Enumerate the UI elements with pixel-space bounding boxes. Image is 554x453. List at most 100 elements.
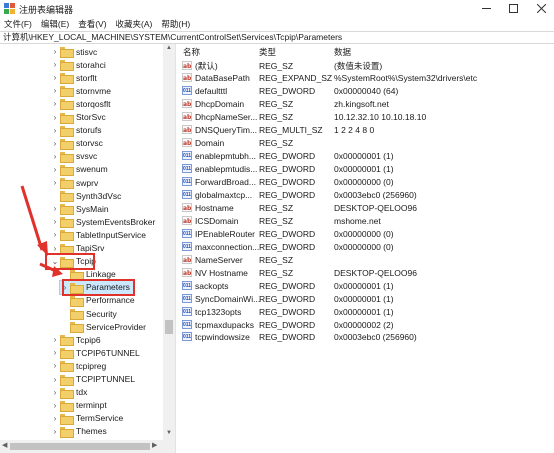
table-row[interactable]: ab NV Hostname REG_SZ DESKTOP-QELOO96: [177, 267, 554, 279]
table-row[interactable]: ab DhcpDomain REG_SZ zh.kingsoft.net: [177, 98, 554, 110]
tree-item[interactable]: › Tcpip6: [50, 333, 101, 347]
tree-vertical-scroll-thumb[interactable]: [165, 320, 173, 334]
chevron-right-icon[interactable]: ›: [50, 73, 60, 82]
chevron-right-icon[interactable]: ›: [50, 113, 60, 122]
menu-favorites[interactable]: 收藏夹(A): [116, 18, 153, 30]
tree-item-label: storflt: [76, 72, 97, 83]
table-row[interactable]: 011 maxconnection... REG_DWORD 0x00000000 (…: [177, 241, 554, 253]
chevron-right-icon[interactable]: ›: [50, 47, 60, 56]
folder-icon: [60, 217, 74, 229]
tree-item[interactable]: Performance: [60, 294, 135, 307]
tree-item[interactable]: Synth3dVsc: [50, 189, 121, 203]
tree-item-label: storahci: [76, 59, 106, 70]
tree-item[interactable]: › stornvme: [50, 84, 111, 98]
chevron-right-icon[interactable]: ›: [50, 60, 60, 69]
chevron-right-icon[interactable]: ›: [50, 401, 60, 410]
tree-item[interactable]: › svsvc: [50, 150, 97, 163]
chevron-right-icon[interactable]: ›: [50, 375, 60, 384]
chevron-right-icon[interactable]: ›: [50, 348, 60, 357]
value-data: 0x00000000 (0): [334, 177, 394, 188]
tree-horizontal-scroll-thumb[interactable]: [10, 443, 150, 450]
chevron-right-icon[interactable]: ›: [50, 204, 60, 213]
string-value-icon: ab: [182, 99, 192, 109]
menu-edit[interactable]: 编辑(E): [41, 18, 69, 30]
tree-item[interactable]: ServiceProvider: [60, 320, 146, 334]
chevron-right-icon[interactable]: ›: [50, 86, 60, 95]
chevron-right-icon[interactable]: ›: [50, 361, 60, 370]
tree-item[interactable]: › TermService: [50, 412, 123, 425]
tree-item[interactable]: › tcpipreg: [50, 359, 106, 373]
table-row[interactable]: ab ICSDomain REG_SZ mshome.net: [177, 215, 554, 227]
chevron-right-icon[interactable]: ›: [50, 388, 60, 397]
value-name: maxconnection...: [195, 241, 260, 252]
value-data: 10.12.32.10 10.10.18.10: [334, 112, 427, 123]
scroll-left-icon[interactable]: ◀: [2, 441, 7, 449]
column-header-data[interactable]: 数据: [334, 46, 351, 58]
tree-item[interactable]: › storvsc: [50, 137, 103, 150]
table-row[interactable]: ab (默认) REG_SZ (数值未设置): [177, 60, 554, 72]
table-row[interactable]: ab DNSQueryTim... REG_MULTI_SZ 1 2 2 4 8 0: [177, 124, 554, 136]
scroll-down-icon[interactable]: ▼: [166, 430, 172, 436]
tree-item[interactable]: › storflt: [50, 71, 97, 85]
chevron-right-icon[interactable]: ›: [50, 126, 60, 135]
table-row[interactable]: 011 tcpwindowsize REG_DWORD 0x0003ebc0 (256…: [177, 331, 554, 343]
tree-horizontal-scrollbar[interactable]: ◀ ▶: [0, 440, 175, 453]
tree-item[interactable]: › storqosflt: [50, 97, 111, 111]
tree-pane[interactable]: › stisvc › storahci › storflt › stornvme › storqo…: [0, 44, 176, 453]
address-bar[interactable]: 计算机\HKEY_LOCAL_MACHINE\SYSTEM\CurrentCon…: [0, 31, 554, 44]
table-row[interactable]: ab DataBasePath REG_EXPAND_SZ %SystemRoot%\…: [177, 72, 554, 84]
table-row[interactable]: 011 IPEnableRouter REG_DWORD 0x00000000 (0): [177, 228, 554, 240]
tree-item[interactable]: › TCPIPTUNNEL: [50, 373, 135, 386]
table-row[interactable]: 011 globalmaxtcp... REG_DWORD 0x0003ebc0 (2…: [177, 189, 554, 201]
chevron-right-icon[interactable]: ›: [50, 165, 60, 174]
table-row[interactable]: ab NameServer REG_SZ: [177, 254, 554, 266]
table-row[interactable]: 011 sackopts REG_DWORD 0x00000001 (1): [177, 280, 554, 292]
table-row[interactable]: 011 defaultttl REG_DWORD 0x00000040 (64): [177, 85, 554, 97]
chevron-right-icon[interactable]: ›: [50, 139, 60, 148]
chevron-right-icon[interactable]: ›: [50, 152, 60, 161]
menu-help[interactable]: 帮助(H): [161, 18, 190, 30]
close-button[interactable]: [529, 0, 553, 16]
tree-item[interactable]: Security: [60, 307, 117, 320]
column-header-type[interactable]: 类型: [259, 46, 276, 58]
table-row[interactable]: ab Hostname REG_SZ DESKTOP-QELOO96: [177, 202, 554, 214]
chevron-right-icon[interactable]: ›: [50, 335, 60, 344]
tree-item[interactable]: › storahci: [50, 58, 106, 72]
chevron-right-icon[interactable]: ›: [50, 217, 60, 226]
chevron-right-icon[interactable]: ›: [50, 178, 60, 187]
chevron-right-icon[interactable]: ›: [50, 230, 60, 239]
table-row[interactable]: 011 tcp1323opts REG_DWORD 0x00000001 (1): [177, 306, 554, 318]
tree-item[interactable]: › swprv: [50, 176, 98, 189]
chevron-right-icon[interactable]: ›: [50, 414, 60, 423]
scroll-up-icon[interactable]: ▲: [166, 45, 172, 51]
tree-item[interactable]: › storufs: [50, 124, 102, 137]
tree-item[interactable]: › Themes: [50, 425, 107, 438]
column-header-name[interactable]: 名称: [183, 46, 200, 58]
tree-item[interactable]: › swenum: [50, 163, 108, 176]
tree-item[interactable]: › StorSvc: [50, 111, 106, 124]
table-row[interactable]: 011 enablepmtubh... REG_DWORD 0x00000001 (1…: [177, 150, 554, 162]
chevron-right-icon[interactable]: ›: [50, 99, 60, 108]
table-row[interactable]: 011 tcpmaxdupacks REG_DWORD 0x00000002 (2): [177, 319, 554, 331]
menu-file[interactable]: 文件(F): [4, 18, 32, 30]
menu-view[interactable]: 查看(V): [78, 18, 106, 30]
chevron-right-icon[interactable]: ›: [50, 244, 60, 253]
tree-vertical-scrollbar[interactable]: ▲ ▼: [163, 44, 175, 440]
tree-item[interactable]: › SysMain: [50, 202, 109, 216]
scroll-right-icon[interactable]: ▶: [152, 441, 157, 449]
table-row[interactable]: 011 enablepmtudis... REG_DWORD 0x00000001 (…: [177, 163, 554, 175]
tree-item[interactable]: › TCPIP6TUNNEL: [50, 346, 140, 360]
table-row[interactable]: ab Domain REG_SZ: [177, 137, 554, 149]
table-row[interactable]: 011 ForwardBroad... REG_DWORD 0x00000000 (0…: [177, 176, 554, 188]
tree-item[interactable]: › stisvc: [50, 45, 97, 58]
chevron-right-icon[interactable]: ›: [50, 427, 60, 436]
maximize-button[interactable]: [501, 0, 525, 16]
tree-item[interactable]: › TabletInputService: [50, 228, 146, 242]
tree-item[interactable]: › SystemEventsBroker: [50, 215, 155, 229]
table-row[interactable]: ab DhcpNameSer... REG_SZ 10.12.32.10 10.10.…: [177, 111, 554, 123]
table-row[interactable]: 011 SyncDomainWi... REG_DWORD 0x00000001 (1…: [177, 293, 554, 305]
tree-item[interactable]: › terminpt: [50, 399, 107, 412]
values-list-pane[interactable]: 名称 类型 数据 ab (默认) REG_SZ (数值未设置) ab DataBasePa…: [177, 44, 554, 453]
tree-item[interactable]: › tdx: [50, 386, 87, 399]
minimize-button[interactable]: [474, 0, 498, 16]
